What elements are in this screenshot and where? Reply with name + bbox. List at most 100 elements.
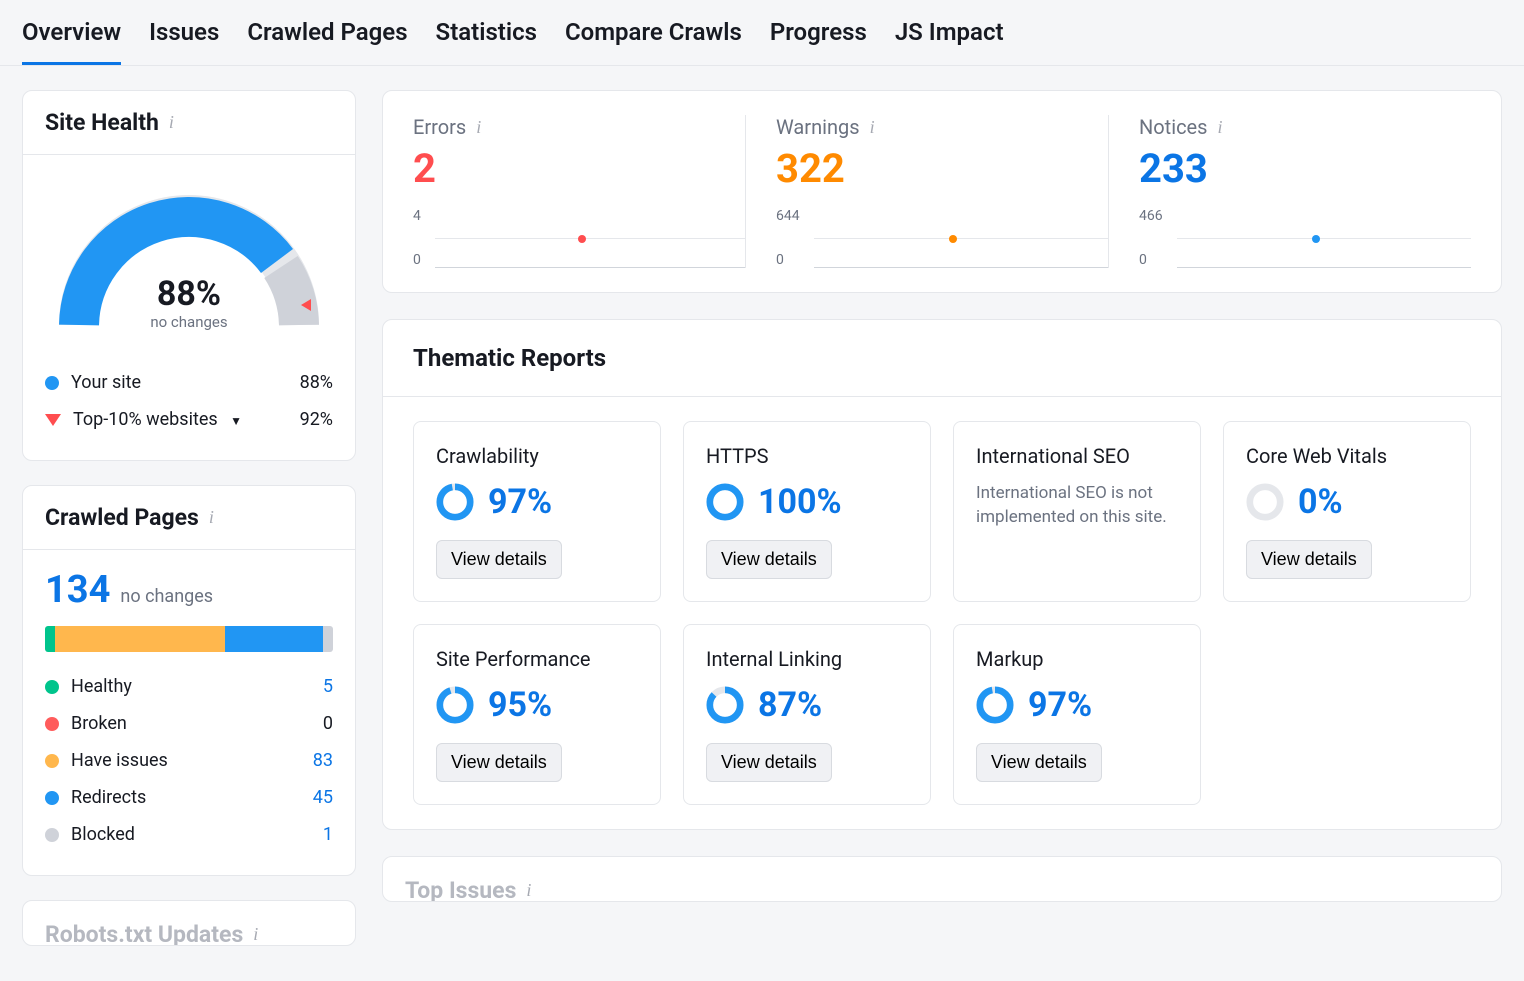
list-item[interactable]: Redirects45: [45, 779, 333, 816]
view-details-button[interactable]: View details: [436, 743, 562, 782]
donut-icon: [706, 483, 744, 521]
info-icon[interactable]: i: [1217, 117, 1222, 138]
metric-sparkline: 40: [413, 208, 745, 268]
list-item[interactable]: Have issues83: [45, 742, 333, 779]
crawled-pages-list: Healthy5Broken0Have issues83Redirects45B…: [45, 668, 333, 853]
axis-min: 0: [1139, 252, 1163, 268]
bar-segment: [225, 626, 323, 652]
info-icon[interactable]: i: [209, 507, 214, 528]
list-item-value[interactable]: 0: [293, 713, 333, 734]
axis-min: 0: [413, 252, 421, 268]
thematic-card-title: Core Web Vitals: [1246, 444, 1448, 468]
metric-sparkline: 6440: [776, 208, 1108, 268]
donut-icon: [976, 686, 1014, 724]
chevron-down-icon[interactable]: ▼: [230, 414, 242, 428]
svg-text:88%: 88%: [157, 274, 221, 314]
view-details-button[interactable]: View details: [706, 540, 832, 579]
metric-value: 2: [413, 145, 745, 192]
metric-notices[interactable]: Notices i 233 4660: [1108, 115, 1471, 268]
site-health-card: Site Health i 88% no changes Your site88…: [22, 90, 356, 461]
metric-title: Notices: [1139, 115, 1207, 139]
dot-icon: [45, 791, 59, 805]
list-item-label: Redirects: [71, 787, 293, 808]
thematic-card-title: Markup: [976, 647, 1178, 671]
tab-progress[interactable]: Progress: [770, 18, 867, 65]
view-details-button[interactable]: View details: [436, 540, 562, 579]
thematic-card: International SEOInternational SEO is no…: [953, 421, 1201, 602]
bar-segment: [55, 626, 225, 652]
metric-warnings[interactable]: Warnings i 322 6440: [745, 115, 1108, 268]
metric-value: 322: [776, 145, 1108, 192]
list-item-value[interactable]: 5: [293, 676, 333, 697]
info-icon[interactable]: i: [253, 924, 258, 945]
crawled-pages-subtext: no changes: [120, 586, 213, 607]
thematic-card-pct: 97%: [1028, 685, 1092, 725]
dot-icon: [45, 376, 59, 390]
crawled-pages-bar: [45, 626, 333, 652]
tab-statistics[interactable]: Statistics: [436, 18, 537, 65]
view-details-button[interactable]: View details: [1246, 540, 1372, 579]
crawled-pages-card: Crawled Pages i 134 no changes Healthy5B…: [22, 485, 356, 876]
tab-issues[interactable]: Issues: [149, 18, 219, 65]
thematic-card: Crawlability 97%View details: [413, 421, 661, 602]
list-item-label: Have issues: [71, 750, 293, 771]
thematic-card: Site Performance 95% View details: [413, 624, 661, 805]
tab-overview[interactable]: Overview: [22, 18, 121, 65]
site-health-gauge: 88% no changes: [23, 155, 355, 350]
info-icon[interactable]: i: [526, 880, 531, 901]
legend-row[interactable]: Top-10% websites ▼92%: [45, 401, 333, 438]
legend-label: Your site: [71, 372, 300, 393]
legend-label: Top-10% websites ▼: [73, 409, 300, 430]
top-issues-card: Top Issues i: [382, 856, 1502, 902]
axis-max: 4: [413, 208, 421, 224]
site-health-title: Site Health: [45, 109, 159, 136]
bar-segment: [45, 626, 55, 652]
axis-min: 0: [776, 252, 800, 268]
legend-value: 92%: [300, 409, 333, 430]
metric-errors[interactable]: Errors i 2 40: [413, 115, 745, 268]
tab-compare-crawls[interactable]: Compare Crawls: [565, 18, 742, 65]
bar-segment: [323, 626, 333, 652]
thematic-card-pct: 0%: [1298, 482, 1343, 522]
robots-card: Robots.txt Updates i: [22, 900, 356, 946]
view-details-button[interactable]: View details: [706, 743, 832, 782]
list-item-value[interactable]: 83: [293, 750, 333, 771]
thematic-card-title: HTTPS: [706, 444, 908, 468]
tab-crawled-pages[interactable]: Crawled Pages: [247, 18, 407, 65]
svg-text:no changes: no changes: [150, 313, 227, 331]
list-item-value[interactable]: 45: [293, 787, 333, 808]
info-icon[interactable]: i: [169, 112, 174, 133]
list-item-label: Healthy: [71, 676, 293, 697]
thematic-card-pct: 95%: [488, 685, 552, 725]
list-item[interactable]: Healthy5: [45, 668, 333, 705]
dot-icon: [45, 717, 59, 731]
tab-js-impact[interactable]: JS Impact: [895, 18, 1004, 65]
thematic-card: Markup 97% View details: [953, 624, 1201, 805]
list-item-value[interactable]: 1: [293, 824, 333, 845]
thematic-card: Internal Linking 87%View details: [683, 624, 931, 805]
top-metrics-card: Errors i 2 40 Warnings i 322 6440 Notice…: [382, 90, 1502, 293]
list-item[interactable]: Broken0: [45, 705, 333, 742]
donut-icon: [1246, 483, 1284, 521]
thematic-card-title: Crawlability: [436, 444, 638, 468]
triangle-icon: [45, 414, 61, 426]
dot-icon: [45, 680, 59, 694]
tabs-bar: Overview Issues Crawled Pages Statistics Com…: [0, 0, 1524, 66]
thematic-card: Core Web Vitals 0% View details: [1223, 421, 1471, 602]
dot-icon: [45, 828, 59, 842]
thematic-card-title: Site Performance: [436, 647, 638, 671]
site-health-legend: Your site88%Top-10% websites ▼92%: [23, 350, 355, 460]
legend-row: Your site88%: [45, 364, 333, 401]
info-icon[interactable]: i: [870, 117, 875, 138]
crawled-pages-total[interactable]: 134: [45, 568, 110, 612]
thematic-card: HTTPS 100%View details: [683, 421, 931, 602]
metric-value: 233: [1139, 145, 1471, 192]
info-icon[interactable]: i: [476, 117, 481, 138]
top-issues-title: Top Issues: [405, 877, 516, 902]
view-details-button[interactable]: View details: [976, 743, 1102, 782]
metric-sparkline: 4660: [1139, 208, 1471, 268]
list-item[interactable]: Blocked1: [45, 816, 333, 853]
donut-icon: [436, 483, 474, 521]
donut-icon: [436, 686, 474, 724]
thematic-card-title: International SEO: [976, 444, 1178, 468]
